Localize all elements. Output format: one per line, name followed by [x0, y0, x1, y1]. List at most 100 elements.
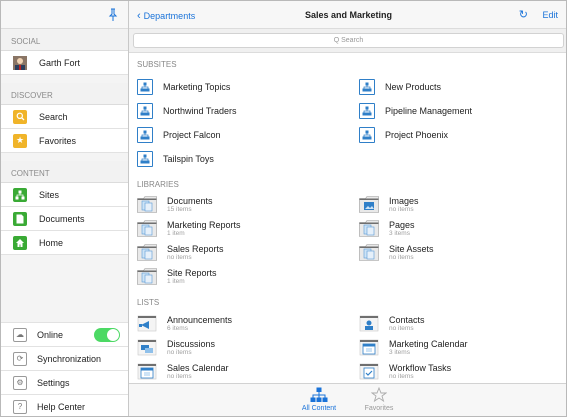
tab-label: All Content [301, 405, 337, 412]
library-name: Site Assets [389, 244, 434, 254]
library-item[interactable]: Site Assets no items [359, 244, 434, 262]
sidebar-item-profile[interactable]: Garth Fort [1, 51, 128, 75]
library-name: Images [389, 196, 419, 206]
subsite-item[interactable]: Marketing Topics [137, 79, 230, 95]
section-label-discover: DISCOVER [1, 83, 128, 105]
list-item[interactable]: Contacts no items [359, 315, 425, 333]
sync-icon: ⟳ [13, 351, 27, 366]
subsite-item[interactable]: Project Falcon [137, 127, 221, 143]
pin-icon[interactable] [108, 8, 118, 22]
list-count: 3 items [389, 349, 410, 356]
library-item[interactable]: Sales Reports no items [137, 244, 224, 262]
sidebar-item-label: Settings [37, 377, 70, 388]
document-library-icon [359, 244, 379, 261]
list-item[interactable]: Announcements 6 items [137, 315, 232, 333]
subsite-item[interactable]: Tailspin Toys [137, 151, 214, 167]
user-avatar-icon [13, 55, 27, 70]
app-window: SOCIAL Garth Fort DISCOVER Search ★ Favo… [0, 0, 567, 417]
library-count: 15 items [167, 206, 192, 213]
home-icon [13, 235, 27, 250]
subsite-label: New Products [385, 82, 442, 92]
sidebar-item-synchronization[interactable]: ⟳ Synchronization [1, 346, 128, 370]
subsite-label: Tailspin Toys [163, 154, 214, 164]
lists-header: LISTS [137, 298, 160, 307]
sidebar-item-favorites[interactable]: ★ Favorites [1, 129, 128, 153]
tab-all-content[interactable]: All Content [289, 387, 349, 412]
list-name: Marketing Calendar [389, 339, 468, 349]
library-name: Marketing Reports [167, 220, 241, 230]
sidebar-item-home[interactable]: Home [1, 231, 128, 255]
subsite-item[interactable]: Pipeline Management [359, 103, 472, 119]
section-label-content: CONTENT [1, 161, 128, 183]
list-item[interactable]: Marketing Calendar 3 items [359, 339, 468, 357]
list-item[interactable]: Sales Calendar no items [137, 363, 229, 381]
list-count: 6 items [167, 325, 188, 332]
document-library-icon [137, 268, 157, 285]
subsite-label: Project Phoenix [385, 130, 449, 140]
section-label-social: SOCIAL [1, 29, 128, 51]
sidebar-item-search[interactable]: Search [1, 105, 128, 129]
subsite-label: Pipeline Management [385, 106, 473, 116]
site-icon [137, 79, 153, 95]
sidebar-item-help-center[interactable]: ? Help Center [1, 394, 128, 416]
online-toggle[interactable] [94, 327, 120, 342]
star-icon [370, 386, 388, 403]
list-name: Workflow Tasks [389, 363, 452, 373]
document-library-icon [137, 196, 157, 213]
library-item[interactable]: Marketing Reports 1 item [137, 220, 241, 238]
subsite-label: Project Falcon [163, 130, 221, 140]
sidebar: SOCIAL Garth Fort DISCOVER Search ★ Favo… [1, 1, 129, 416]
sidebar-item-documents[interactable]: Documents [1, 207, 128, 231]
list-name: Discussions [167, 339, 216, 349]
list-item[interactable]: Discussions no items [137, 339, 215, 357]
site-icon [137, 151, 153, 167]
list-item[interactable]: Workflow Tasks no items [359, 363, 451, 381]
megaphone-icon [137, 315, 157, 332]
sidebar-item-label: Home [39, 237, 64, 248]
subsites-header: SUBSITES [137, 60, 177, 69]
edit-button[interactable]: Edit [542, 10, 558, 20]
sidebar-footer: ☁ Online ⟳ Synchronization ⚙ Settings ? … [1, 322, 128, 416]
cloud-icon: ☁ [13, 327, 27, 342]
sidebar-header [1, 1, 128, 29]
library-item[interactable]: Site Reports 1 item [137, 268, 217, 286]
document-library-icon [137, 220, 157, 237]
top-bar: ‹ Departments Sales and Marketing ↻ Edit [129, 1, 566, 29]
list-name: Contacts [389, 315, 425, 325]
sidebar-item-sites[interactable]: Sites [1, 183, 128, 207]
image-library-icon [359, 196, 379, 213]
list-count: no items [389, 373, 414, 380]
site-icon [137, 103, 153, 119]
library-count: no items [389, 206, 414, 213]
library-item[interactable]: Pages 3 items [359, 220, 415, 238]
sidebar-item-settings[interactable]: ⚙ Settings [1, 370, 128, 394]
task-icon [359, 363, 379, 380]
subsite-item[interactable]: Project Phoenix [359, 127, 448, 143]
refresh-icon[interactable]: ↻ [519, 8, 528, 21]
library-name: Site Reports [167, 268, 217, 278]
search-icon [13, 109, 27, 124]
library-item[interactable]: Images no items [359, 196, 419, 214]
list-count: no items [167, 373, 192, 380]
tab-favorites[interactable]: Favorites [349, 386, 409, 412]
library-item[interactable]: Documents 15 items [137, 196, 213, 214]
libraries-header: LIBRARIES [137, 180, 179, 189]
sites-icon [310, 387, 328, 402]
tab-bar: All Content Favorites [129, 383, 566, 416]
sidebar-item-label: Search [39, 111, 68, 122]
content-area: SUBSITES Marketing Topics New Products Nor… [129, 53, 566, 383]
list-count: no items [167, 349, 192, 356]
discussion-icon [137, 339, 157, 356]
site-icon [359, 103, 375, 119]
site-icon [137, 127, 153, 143]
sidebar-item-online: ☁ Online [1, 322, 128, 346]
site-icon [359, 127, 375, 143]
subsite-item[interactable]: Northwind Traders [137, 103, 237, 119]
subsite-item[interactable]: New Products [359, 79, 441, 95]
sidebar-item-label: Documents [39, 213, 85, 224]
library-count: 1 item [167, 230, 185, 237]
list-name: Sales Calendar [167, 363, 229, 373]
search-input[interactable]: Q Search [133, 33, 564, 48]
sidebar-item-label: Favorites [39, 135, 77, 146]
library-name: Documents [167, 196, 213, 206]
